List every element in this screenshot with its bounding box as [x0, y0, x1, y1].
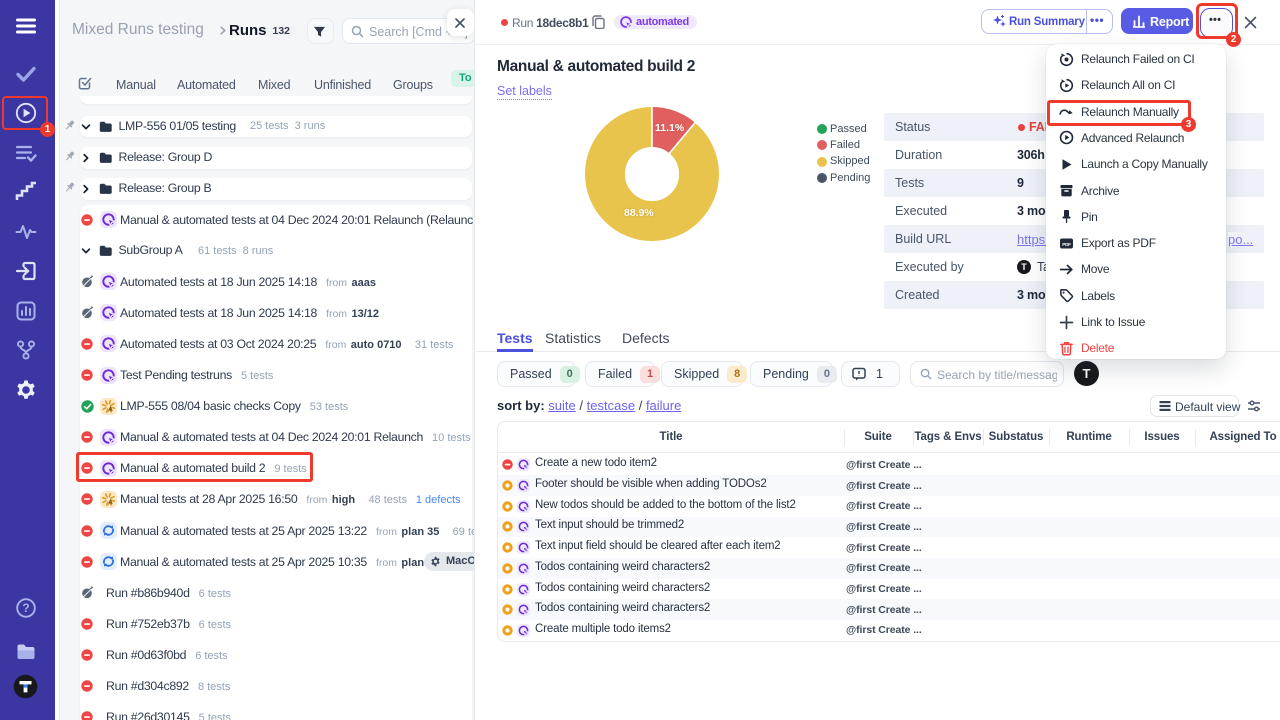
svg-text:?: ?: [22, 601, 29, 615]
svg-text:PDF: PDF: [1062, 242, 1071, 247]
